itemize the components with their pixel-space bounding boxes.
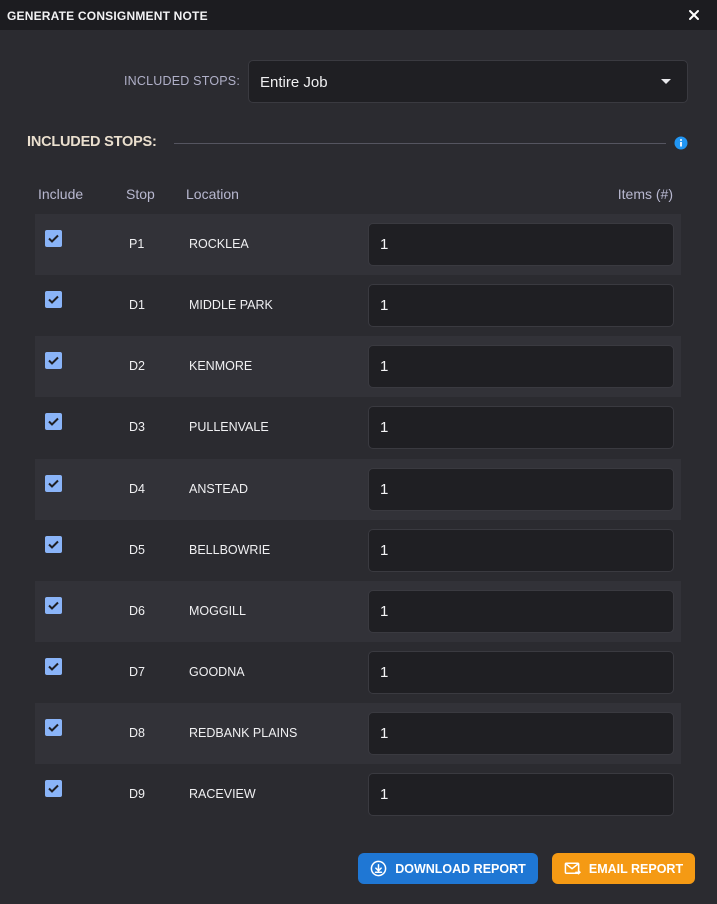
checkbox-checked-icon [48, 479, 59, 488]
include-checkbox[interactable] [45, 291, 62, 308]
stop-code: D9 [129, 787, 145, 801]
stop-location: KENMORE [189, 359, 253, 373]
stop-location: MIDDLE PARK [189, 298, 273, 312]
dialog-title: GENERATE CONSIGNMENT NOTE [7, 9, 208, 23]
items-count-input[interactable] [368, 406, 674, 449]
checkbox-checked-icon [48, 723, 59, 732]
checkbox-checked-icon [48, 784, 59, 793]
table-row: D2 KENMORE [35, 336, 681, 397]
table-row: D3 PULLENVALE [35, 397, 681, 458]
column-header-stop: Stop [126, 186, 155, 202]
stop-location: BELLBOWRIE [189, 543, 271, 557]
items-count-input[interactable] [368, 284, 674, 327]
include-checkbox[interactable] [45, 597, 62, 614]
column-header-include: Include [38, 186, 84, 202]
checkbox-checked-icon [48, 601, 59, 610]
included-stops-value: Entire Job [260, 74, 328, 91]
table-row: P1 ROCKLEA [35, 214, 681, 275]
table-row: D1 MIDDLE PARK [35, 275, 681, 336]
include-checkbox[interactable] [45, 658, 62, 675]
checkbox-checked-icon [48, 234, 59, 243]
dialog-titlebar: GENERATE CONSIGNMENT NOTE [0, 0, 717, 30]
table-row: D6 MOGGILL [35, 581, 681, 642]
table-row: D9 RACEVIEW [35, 764, 681, 825]
include-checkbox[interactable] [45, 780, 62, 797]
checkbox-checked-icon [48, 417, 59, 426]
include-checkbox[interactable] [45, 413, 62, 430]
close-icon[interactable] [685, 6, 703, 24]
download-report-label: DOWNLOAD REPORT [395, 861, 526, 876]
items-count-input[interactable] [368, 345, 674, 388]
section-divider [174, 143, 666, 144]
stop-location: REDBANK PLAINS [189, 726, 298, 740]
stop-code: D4 [129, 482, 145, 496]
email-icon [564, 862, 581, 875]
stop-code: D3 [129, 420, 145, 434]
checkbox-checked-icon [48, 540, 59, 549]
checkbox-checked-icon [48, 295, 59, 304]
stop-code: D5 [129, 543, 145, 557]
column-header-location: Location [186, 186, 239, 202]
checkbox-checked-icon [48, 662, 59, 671]
stop-location: MOGGILL [189, 604, 246, 618]
items-count-input[interactable] [368, 223, 674, 266]
column-header-items: Items (#) [617, 186, 673, 202]
included-stops-label: INCLUDED STOPS: [124, 74, 240, 88]
items-count-input[interactable] [368, 590, 674, 633]
checkbox-checked-icon [48, 356, 59, 365]
stop-location: ROCKLEA [189, 237, 249, 251]
table-row: D7 GOODNA [35, 642, 681, 703]
info-icon[interactable] [674, 136, 688, 150]
stop-location: PULLENVALE [189, 420, 269, 434]
chevron-down-icon [661, 79, 671, 84]
stop-location: ANSTEAD [189, 482, 249, 496]
include-checkbox[interactable] [45, 536, 62, 553]
stop-code: D8 [129, 726, 145, 740]
download-icon [370, 860, 387, 877]
include-checkbox[interactable] [45, 719, 62, 736]
include-checkbox[interactable] [45, 352, 62, 369]
items-count-input[interactable] [368, 773, 674, 816]
download-report-button[interactable]: DOWNLOAD REPORT [358, 853, 538, 884]
stop-code: D6 [129, 604, 145, 618]
include-checkbox[interactable] [45, 475, 62, 492]
stop-code: P1 [129, 237, 145, 251]
stop-code: D1 [129, 298, 145, 312]
items-count-input[interactable] [368, 651, 674, 694]
items-count-input[interactable] [368, 529, 674, 572]
table-row: D5 BELLBOWRIE [35, 520, 681, 581]
email-report-label: EMAIL REPORT [588, 861, 684, 876]
items-count-input[interactable] [368, 712, 674, 755]
table-row: D4 ANSTEAD [35, 459, 681, 520]
stop-code: D7 [129, 665, 145, 679]
stop-code: D2 [129, 359, 145, 373]
section-title: INCLUDED STOPS: [27, 134, 157, 150]
stop-location: GOODNA [189, 665, 245, 679]
items-count-input[interactable] [368, 468, 674, 511]
stop-location: RACEVIEW [189, 787, 256, 801]
included-stops-select[interactable]: Entire Job [248, 60, 688, 103]
include-checkbox[interactable] [45, 230, 62, 247]
table-row: D8 REDBANK PLAINS [35, 703, 681, 764]
email-report-button[interactable]: EMAIL REPORT [552, 853, 695, 884]
